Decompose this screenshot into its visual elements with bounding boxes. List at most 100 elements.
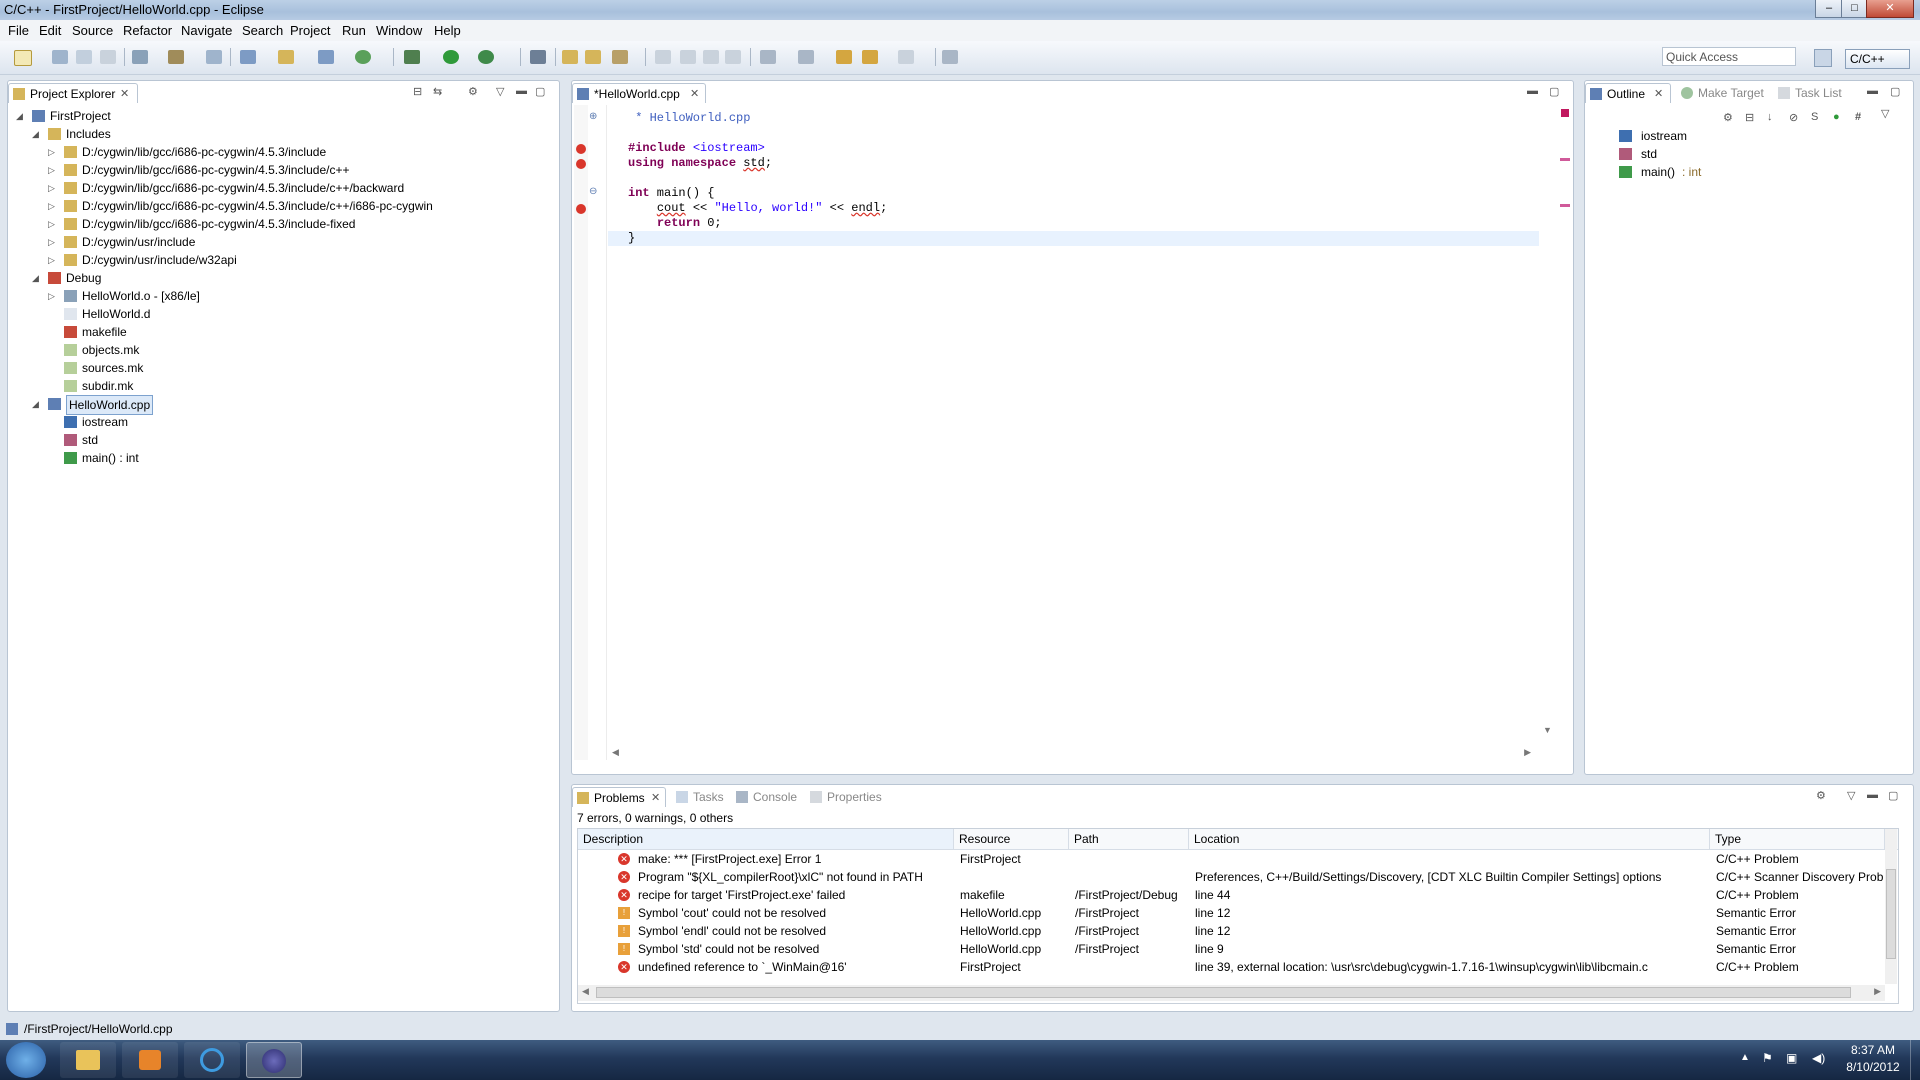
back-icon[interactable]	[862, 50, 878, 64]
tab-project-explorer[interactable]: Project Explorer ✕	[8, 83, 138, 103]
build-icon[interactable]	[168, 50, 184, 64]
filter-icon[interactable]: ⚙	[1816, 789, 1826, 802]
collapse-arrow-icon[interactable]: ◢	[32, 395, 39, 413]
tree-item[interactable]: ▷ HelloWorld.o - [x86/le]	[8, 287, 548, 305]
menu-file[interactable]: File	[8, 23, 29, 38]
table-row[interactable]: ! Symbol 'cout' could not be resolved Hell…	[578, 904, 1884, 922]
explorer-taskbar-icon[interactable]	[60, 1042, 116, 1078]
previous-annotation-icon[interactable]	[798, 50, 814, 64]
code-line[interactable]: * HelloWorld.cpp	[608, 111, 1539, 126]
action-center-icon[interactable]: ⚑	[1762, 1051, 1773, 1065]
menu-project[interactable]: Project	[290, 23, 330, 38]
search-icon[interactable]	[612, 50, 628, 64]
collapse-arrow-icon[interactable]: ◢	[32, 269, 39, 287]
internet-explorer-taskbar-icon[interactable]	[184, 1042, 240, 1078]
table-row[interactable]: ! Symbol 'endl' could not be resolved Hell…	[578, 922, 1884, 940]
close-tab-icon[interactable]: ✕	[690, 84, 699, 104]
menu-window[interactable]: Window	[376, 23, 422, 38]
print-icon[interactable]	[100, 50, 116, 64]
expand-arrow-icon[interactable]: ▷	[48, 179, 55, 197]
error-marker-icon[interactable]	[576, 159, 586, 169]
expand-arrow-icon[interactable]: ▷	[48, 197, 55, 215]
tree-item[interactable]: std	[8, 431, 548, 449]
tree-item[interactable]: ▷ D:/cygwin/lib/gcc/i686-pc-cygwin/4.5.3/…	[8, 143, 548, 161]
collapse-fold-icon[interactable]: ⊖	[589, 186, 597, 197]
tab-tasks[interactable]: Tasks	[672, 787, 732, 807]
tree-item[interactable]: ◢ Debug	[8, 269, 548, 287]
vertical-scrollbar[interactable]: ▼	[1541, 105, 1555, 745]
save-icon[interactable]	[52, 50, 68, 64]
menu-navigate[interactable]: Navigate	[181, 23, 232, 38]
code-line[interactable]: #include <iostream>	[608, 141, 1539, 156]
collapse-arrow-icon[interactable]: ◢	[16, 107, 23, 125]
code-line[interactable]	[608, 126, 1539, 141]
hide-static-icon[interactable]: S	[1811, 111, 1818, 123]
whitespace-icon[interactable]	[680, 50, 696, 64]
overview-ruler[interactable]	[1558, 105, 1572, 755]
expand-arrow-icon[interactable]: ▷	[48, 143, 55, 161]
error-marker[interactable]	[1560, 204, 1570, 207]
tree-item[interactable]: subdir.mk	[8, 377, 548, 395]
tree-item[interactable]: HelloWorld.d	[8, 305, 548, 323]
expand-arrow-icon[interactable]: ▷	[48, 251, 55, 269]
volume-icon[interactable]: ◀)	[1812, 1051, 1825, 1065]
error-marker-icon[interactable]	[576, 204, 586, 214]
filter-icon[interactable]: ⚙	[468, 85, 478, 98]
refresh-icon[interactable]	[355, 50, 371, 64]
tree-item[interactable]: ▷ D:/cygwin/usr/include	[8, 233, 548, 251]
minimize-view-icon[interactable]: ▬	[1867, 789, 1878, 801]
network-icon[interactable]: ▣	[1786, 1051, 1797, 1065]
pin-editor-icon[interactable]	[942, 50, 958, 64]
menu-search[interactable]: Search	[242, 23, 283, 38]
maximize-view-icon[interactable]: ▢	[535, 85, 545, 98]
eclipse-taskbar-icon[interactable]	[246, 1042, 302, 1078]
code-line[interactable]: int main() {	[608, 186, 1539, 201]
tree-item[interactable]: ▷ D:/cygwin/usr/include/w32api	[8, 251, 548, 269]
start-button[interactable]	[6, 1042, 46, 1078]
tab-problems[interactable]: Problems ✕	[572, 787, 666, 807]
tree-item[interactable]: ◢ Includes	[8, 125, 548, 143]
tab-make-target[interactable]: Make Target	[1677, 83, 1777, 103]
last-edit-icon[interactable]	[836, 50, 852, 64]
code-line[interactable]: using namespace std;	[608, 156, 1539, 171]
table-vertical-scrollbar[interactable]	[1885, 829, 1897, 984]
code-line[interactable]: cout << "Hello, world!" << endl;	[608, 201, 1539, 216]
column-path[interactable]: Path	[1069, 829, 1189, 849]
tree-item[interactable]: iostream	[8, 413, 548, 431]
perspective-cpp-button[interactable]: C/C++	[1845, 49, 1910, 69]
hide-fields-icon[interactable]: ⊘	[1789, 111, 1798, 124]
show-desktop-button[interactable]	[1910, 1040, 1920, 1080]
table-row[interactable]: ! Symbol 'std' could not be resolved Hello…	[578, 940, 1884, 958]
code-line[interactable]: return 0;	[608, 216, 1539, 231]
table-row[interactable]: ✕ make: *** [FirstProject.exe] Error 1 Fir…	[578, 850, 1884, 868]
toggle-edit-icon[interactable]	[655, 50, 671, 64]
error-marker[interactable]	[1560, 158, 1570, 161]
menu-help[interactable]: Help	[434, 23, 461, 38]
filter-icon[interactable]: ⚙	[1723, 111, 1733, 124]
menu-source[interactable]: Source	[72, 23, 113, 38]
new-folder-icon[interactable]	[278, 50, 294, 64]
close-tab-icon[interactable]: ✕	[1654, 84, 1663, 104]
tree-item[interactable]: ▷ D:/cygwin/lib/gcc/i686-pc-cygwin/4.5.3/…	[8, 215, 548, 233]
column-type[interactable]: Type	[1710, 829, 1885, 849]
show-source-icon[interactable]	[725, 50, 741, 64]
expand-fold-icon[interactable]: ⊕	[589, 111, 597, 122]
show-hidden-icons-icon[interactable]: ▲	[1740, 1052, 1750, 1063]
tree-item[interactable]: objects.mk	[8, 341, 548, 359]
target-icon[interactable]	[206, 50, 222, 64]
menu-edit[interactable]: Edit	[39, 23, 61, 38]
maximize-view-icon[interactable]: ▢	[1890, 85, 1900, 98]
tree-item[interactable]: sources.mk	[8, 359, 548, 377]
external-tools-icon[interactable]	[478, 50, 494, 64]
debug-icon[interactable]	[404, 50, 420, 64]
code-area[interactable]: * HelloWorld.cpp #include <iostream> using…	[608, 105, 1539, 745]
table-horizontal-scrollbar[interactable]: ◀ ▶	[578, 985, 1885, 1001]
table-row[interactable]: ✕ undefined reference to `_WinMain@16' Fir…	[578, 958, 1884, 976]
tree-item[interactable]: ▷ D:/cygwin/lib/gcc/i686-pc-cygwin/4.5.3/…	[8, 179, 548, 197]
window-title-bar[interactable]: C/C++ - FirstProject/HelloWorld.cpp - Ec…	[0, 0, 1920, 20]
tree-item[interactable]: main() : int	[8, 449, 548, 467]
expand-arrow-icon[interactable]: ▷	[48, 233, 55, 251]
expand-arrow-icon[interactable]: ▷	[48, 161, 55, 179]
save-all-icon[interactable]	[76, 50, 92, 64]
forward-icon[interactable]	[898, 50, 914, 64]
